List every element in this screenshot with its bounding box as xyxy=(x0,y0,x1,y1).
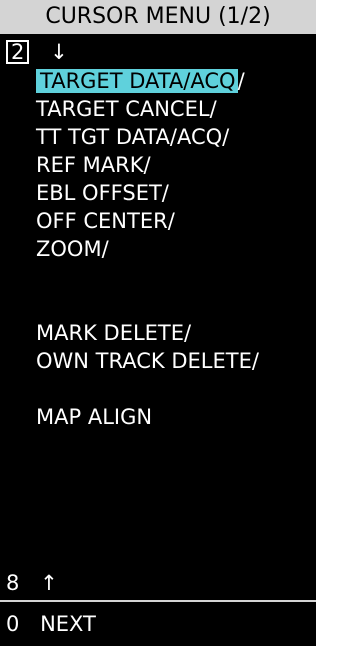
menu-item-ebl-offset[interactable]: EBL OFFSET/ xyxy=(36,179,259,207)
next-page-button[interactable]: 0 NEXT xyxy=(6,610,96,638)
page-indicator-row: 2 ↓ xyxy=(6,38,68,66)
next-label: NEXT xyxy=(40,612,96,636)
menu-item-suffix: / xyxy=(237,69,245,93)
menu-item-label: TARGET DATA/ACQ xyxy=(36,69,238,93)
cursor-menu-panel: CURSOR MENU (1/2) 2 ↓ TARGET DATA/ACQ/ T… xyxy=(0,0,316,646)
menu-item-mark-delete[interactable]: MARK DELETE/ xyxy=(36,319,259,347)
menu-item-target-cancel[interactable]: TARGET CANCEL/ xyxy=(36,95,259,123)
menu-item-tt-tgt-data-acq[interactable]: TT TGT DATA/ACQ/ xyxy=(36,123,259,151)
menu-item-target-data-acq[interactable]: TARGET DATA/ACQ/ xyxy=(36,67,259,95)
page-number-box[interactable]: 2 xyxy=(6,40,30,64)
menu-item-map-align[interactable]: MAP ALIGN xyxy=(36,403,259,431)
menu-title: CURSOR MENU (1/2) xyxy=(0,0,316,34)
next-key: 0 xyxy=(6,612,20,636)
footer-bar: 0 NEXT xyxy=(0,602,316,646)
menu-item-ref-mark[interactable]: REF MARK/ xyxy=(36,151,259,179)
scroll-down-row[interactable]: 8 ↑ xyxy=(6,569,58,597)
scroll-down-arrow-icon: ↑ xyxy=(40,571,58,595)
scroll-up-arrow-icon[interactable]: ↓ xyxy=(50,40,68,64)
menu-item-blank xyxy=(36,375,259,403)
menu-item-zoom[interactable]: ZOOM/ xyxy=(36,235,259,263)
menu-list: TARGET DATA/ACQ/ TARGET CANCEL/ TT TGT D… xyxy=(36,67,259,431)
menu-item-blank xyxy=(36,263,259,291)
menu-item-own-track-delete[interactable]: OWN TRACK DELETE/ xyxy=(36,347,259,375)
menu-item-blank xyxy=(36,291,259,319)
menu-item-off-center[interactable]: OFF CENTER/ xyxy=(36,207,259,235)
scroll-down-key: 8 xyxy=(6,571,20,595)
